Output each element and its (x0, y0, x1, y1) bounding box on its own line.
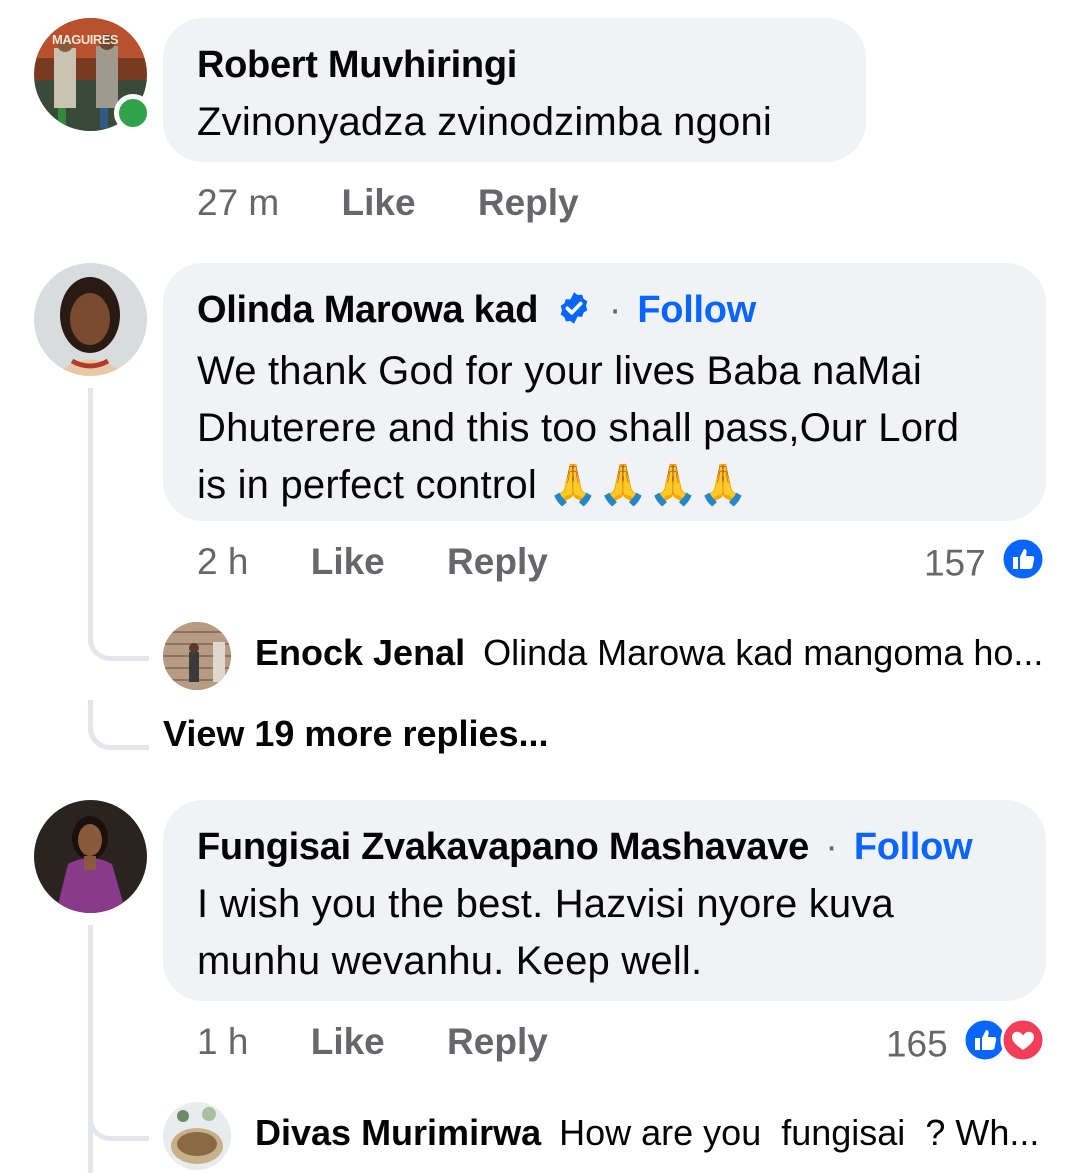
comment-bubble[interactable]: Robert Muvhiringi Zvinonyadza zvinodzimb… (163, 18, 866, 162)
comment-meta: 1 h Like Reply (197, 1021, 548, 1063)
separator-dot: · (825, 826, 838, 868)
avatar[interactable] (163, 622, 231, 690)
reply-button[interactable]: Reply (478, 182, 579, 223)
reaction-count: 157 (923, 542, 986, 584)
reply-preview[interactable]: Divas Murimirwa How are you fungisai ? W… (255, 1112, 1039, 1154)
like-button[interactable]: Like (342, 182, 416, 223)
love-icon (1000, 1017, 1046, 1072)
reaction-summary[interactable]: 165 (886, 1017, 1046, 1072)
comment-author[interactable]: Olinda Marowa kad (197, 289, 539, 331)
online-status-dot (114, 94, 152, 132)
separator-dot: · (608, 289, 622, 331)
like-icon (1000, 536, 1046, 591)
like-button[interactable]: Like (311, 1021, 385, 1062)
thread-connector (88, 700, 149, 750)
comment-header: Fungisai Zvakavapano Mashavave · Follow (197, 818, 1012, 876)
thread-line (88, 388, 93, 642)
comment-text: Zvinonyadza zvinodzimba ngoni (197, 100, 773, 144)
reaction-count: 165 (885, 1023, 948, 1065)
avatar[interactable] (163, 1102, 231, 1170)
thread-connector (88, 620, 149, 661)
comment-text: I wish you the best. Hazvisi nyore kuva … (197, 882, 894, 983)
avatar[interactable] (34, 800, 147, 913)
follow-button[interactable]: Follow (854, 826, 973, 868)
comment-author[interactable]: Fungisai Zvakavapano Mashavave (197, 826, 809, 868)
thread-line (88, 925, 93, 1173)
avatar-text: MAGUIRES (52, 32, 119, 47)
view-more-replies-button[interactable]: View 19 more replies... (163, 713, 549, 755)
comment-bubble[interactable]: Fungisai Zvakavapano Mashavave · Follow … (163, 800, 1046, 1001)
comment-header: Olinda Marowa kad · Follow (197, 281, 1012, 343)
reply-button[interactable]: Reply (447, 541, 548, 582)
reply-author[interactable]: Enock Jenal (255, 632, 465, 673)
comment-meta: 27 m Like Reply (197, 182, 579, 224)
follow-button[interactable]: Follow (637, 289, 756, 331)
verified-badge-icon (556, 285, 592, 343)
reply-button[interactable]: Reply (447, 1021, 548, 1062)
reply-text: How are you fungisai ? Wh... (559, 1112, 1040, 1153)
thread-connector (88, 1100, 149, 1141)
comment-time[interactable]: 2 h (197, 541, 248, 582)
comment-time[interactable]: 27 m (197, 182, 279, 223)
comment-meta: 2 h Like Reply (197, 541, 548, 583)
comment-author[interactable]: Robert Muvhiringi (197, 36, 832, 94)
avatar[interactable] (34, 263, 147, 376)
reply-preview[interactable]: Enock Jenal Olinda Marowa kad mangoma ho… (255, 632, 1043, 674)
comment-text: We thank God for your lives Baba naMai D… (197, 349, 960, 507)
comment-time[interactable]: 1 h (197, 1021, 248, 1062)
like-button[interactable]: Like (311, 541, 385, 582)
reaction-summary[interactable]: 157 (924, 536, 1046, 591)
comment-bubble[interactable]: Olinda Marowa kad · Follow We thank God … (163, 263, 1046, 521)
reply-author[interactable]: Divas Murimirwa (255, 1112, 541, 1153)
reply-text: Olinda Marowa kad mangoma ho... (483, 632, 1044, 673)
